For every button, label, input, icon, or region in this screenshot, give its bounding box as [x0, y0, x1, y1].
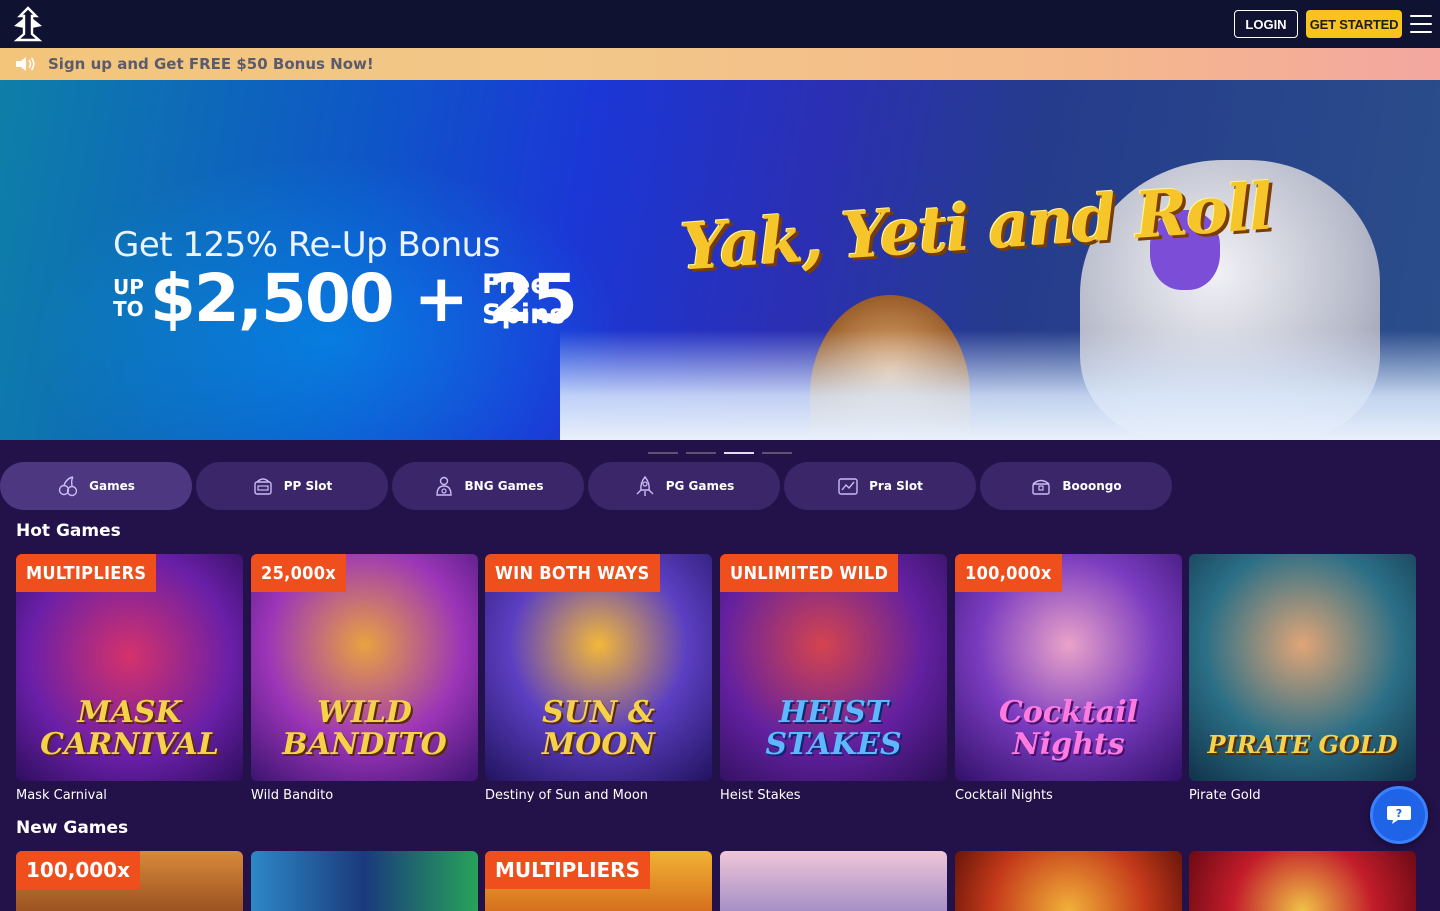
svg-text:?: ?	[1396, 807, 1402, 820]
treasure-icon	[1032, 479, 1051, 495]
slide-dot-active[interactable]	[724, 452, 754, 454]
tab-label: Pra Slot	[869, 479, 923, 493]
game-art-title: PIRATE GOLD	[1207, 730, 1398, 759]
tab-booongo[interactable]: Booongo	[980, 462, 1172, 510]
game-card[interactable]: 100,000x Cocktail Nights Cocktail Nights	[955, 554, 1182, 803]
game-badge: MULTIPLIERS	[16, 554, 157, 592]
cherries-icon	[58, 476, 78, 497]
game-thumbnail[interactable]: 25,000x WILD BANDITO	[251, 554, 478, 781]
new-games-heading: New Games	[16, 818, 129, 838]
game-badge: 25,000x	[251, 554, 347, 592]
game-name[interactable]: Wild Bandito	[251, 788, 478, 803]
top-bar: LOGIN GET STARTED	[0, 0, 1440, 48]
game-badge: MULTIPLIERS	[485, 851, 650, 889]
game-card[interactable]: WIN BOTH WAYS SUN & MOON Destiny of Sun …	[485, 554, 712, 803]
tab-pra-slot[interactable]: Pra Slot	[784, 462, 976, 510]
game-badge: 100,000x	[955, 554, 1062, 592]
announcement-text: Sign up and Get FREE $50 Bonus Now!	[48, 55, 374, 73]
promo-banner[interactable]: Get 125% Re-Up Bonus UP TO $2,500 + 25 Fr…	[0, 80, 1440, 440]
slot-machine-icon	[254, 478, 272, 495]
player-icon	[435, 476, 452, 496]
login-button[interactable]: LOGIN	[1234, 10, 1298, 38]
announcement-bar: Sign up and Get FREE $50 Bonus Now!	[0, 48, 1440, 80]
hot-games-heading: Hot Games	[16, 521, 121, 541]
chat-bubble-icon: ?	[1387, 806, 1411, 824]
tab-pp-slot[interactable]: PP Slot	[196, 462, 388, 510]
category-tabs: Games PP Slot BNG Games PG Games Pra Slo…	[0, 462, 1440, 510]
banner-free-spins: Free Spins	[482, 269, 566, 330]
tab-label: BNG Games	[464, 479, 544, 493]
game-card[interactable]: 25,000x WILD BANDITO Wild Bandito	[251, 554, 478, 803]
new-game-card[interactable]: MULTIPLIERS	[485, 851, 712, 911]
slide-dot[interactable]	[648, 452, 678, 454]
tab-label: Booongo	[1062, 479, 1122, 493]
game-art-title: Cocktail Nights	[998, 695, 1139, 762]
game-name[interactable]: Cocktail Nights	[955, 788, 1182, 803]
rocket-icon	[636, 475, 654, 496]
hamburger-menu-icon[interactable]	[1410, 14, 1432, 34]
banner-headline: Get 125% Re-Up Bonus	[113, 225, 500, 265]
game-art-title: MASK CARNIVAL	[40, 695, 219, 762]
game-art-title: SUN & MOON	[542, 695, 655, 762]
chart-icon	[838, 478, 858, 495]
banner-up-to: UP TO	[113, 275, 144, 321]
game-thumbnail[interactable]: PIRATE GOLD	[1189, 554, 1416, 781]
new-game-card[interactable]: 100,000x	[16, 851, 243, 911]
game-thumbnail[interactable]: 100,000x Cocktail Nights	[955, 554, 1182, 781]
slide-dot[interactable]	[686, 452, 716, 454]
snow-ground-image	[560, 330, 1440, 440]
game-card[interactable]: UNLIMITED WILD HEIST STAKES Heist Stakes	[720, 554, 947, 803]
tab-label: PG Games	[665, 479, 735, 493]
get-started-button[interactable]: GET STARTED	[1306, 10, 1402, 38]
game-name[interactable]: Destiny of Sun and Moon	[485, 788, 712, 803]
game-badge: 100,000x	[16, 851, 140, 889]
slider-pagination	[648, 452, 792, 454]
tab-pg-games[interactable]: PG Games	[588, 462, 780, 510]
game-name[interactable]: Mask Carnival	[16, 788, 243, 803]
new-game-card[interactable]	[955, 851, 1182, 911]
game-name[interactable]: Heist Stakes	[720, 788, 947, 803]
game-thumbnail[interactable]: MULTIPLIERS MASK CARNIVAL	[16, 554, 243, 781]
new-game-card[interactable]	[1189, 851, 1416, 911]
game-art-title: WILD BANDITO	[282, 695, 447, 762]
game-thumbnail[interactable]: WIN BOTH WAYS SUN & MOON	[485, 554, 712, 781]
game-art-title: HEIST STAKES	[765, 695, 902, 762]
tab-label: Games	[89, 479, 135, 493]
game-thumbnail[interactable]: UNLIMITED WILD HEIST STAKES	[720, 554, 947, 781]
new-game-card[interactable]	[720, 851, 947, 911]
live-chat-button[interactable]: ?	[1370, 786, 1428, 844]
logo[interactable]	[12, 6, 44, 42]
tab-label: PP Slot	[283, 479, 333, 493]
game-badge: WIN BOTH WAYS	[485, 554, 660, 592]
tab-games[interactable]: Games	[0, 462, 192, 510]
game-card[interactable]: MULTIPLIERS MASK CARNIVAL Mask Carnival	[16, 554, 243, 803]
new-game-card[interactable]	[251, 851, 478, 911]
tab-bng-games[interactable]: BNG Games	[392, 462, 584, 510]
slide-dot[interactable]	[762, 452, 792, 454]
game-card[interactable]: PIRATE GOLD Pirate Gold	[1189, 554, 1416, 803]
speaker-icon	[16, 57, 35, 71]
game-badge: UNLIMITED WILD	[720, 554, 899, 592]
